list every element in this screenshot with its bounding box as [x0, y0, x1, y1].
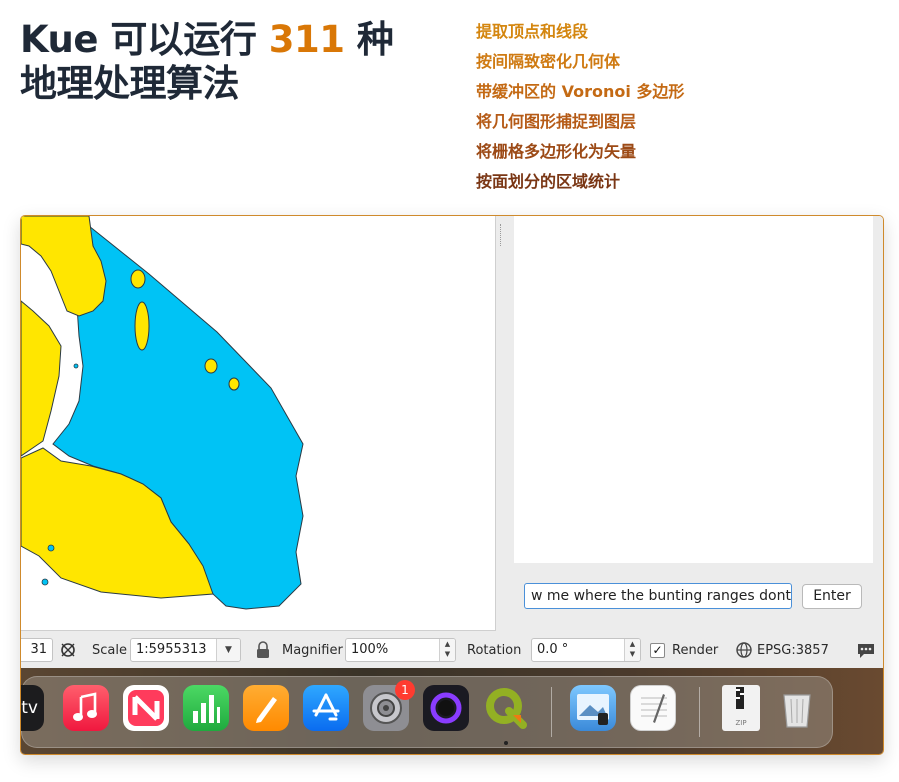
pages-icon[interactable] [243, 685, 289, 731]
feature-item: 将几何图形捕捉到图层 [476, 112, 637, 131]
feature-item: 将栅格多边形化为矢量 [476, 142, 637, 161]
dock-separator [551, 687, 552, 737]
land-region[interactable] [21, 300, 62, 457]
magnifier-label: Magnifier [282, 643, 343, 658]
rotation-value: 0.0 ° [537, 642, 569, 657]
panel-splitter[interactable] [496, 216, 514, 631]
render-label: Render [672, 643, 719, 658]
notification-badge: 1 [395, 680, 415, 700]
qgis-icon[interactable] [483, 685, 529, 731]
land-islet [130, 269, 146, 289]
headline-line-2: 地理处理算法 [20, 62, 240, 105]
feature-list: 提取顶点和线段 按间隔致密化几何体 带缓冲区的 Voronoi 多边形 将几何图… [476, 17, 684, 197]
page: Kue 可以运行 311 种 地理处理算法 提取顶点和线段 按间隔致密化几何体 … [0, 0, 899, 782]
globe-icon[interactable] [735, 641, 753, 659]
headline-prefix: Kue 可以运行 [20, 18, 257, 61]
news-icon[interactable] [123, 685, 169, 731]
rotation-label: Rotation [467, 643, 522, 658]
land-islet [204, 358, 218, 374]
feature-item: 带缓冲区的 Voronoi 多边形 [476, 82, 685, 101]
scale-label: Scale [92, 643, 127, 658]
chat-panel: w me where the bunting ranges dont Enter [514, 216, 883, 631]
feature-item: 按面划分的区域统计 [476, 172, 621, 191]
running-indicator [504, 741, 508, 745]
map-canvas[interactable] [21, 216, 496, 631]
preview-icon[interactable] [570, 685, 616, 731]
stepper-icon[interactable]: ▲ ▼ [624, 639, 640, 661]
chat-input-text: w me where the bunting ranges dont [531, 588, 791, 604]
enter-button[interactable]: Enter [802, 584, 862, 609]
dock: tv 1 ZIP [21, 676, 833, 748]
textedit-icon[interactable] [630, 685, 676, 731]
rotation-spinbox[interactable]: 0.0 ° ▲ ▼ [531, 638, 641, 662]
magnifier-spinbox[interactable]: 100% ▲ ▼ [345, 638, 456, 662]
land-islet [134, 301, 150, 351]
headline: Kue 可以运行 311 种 地理处理算法 [20, 18, 440, 106]
tv-label: tv [21, 698, 38, 718]
scale-value: 1:5955313 [136, 642, 207, 657]
lock-icon[interactable] [255, 641, 271, 659]
messages-icon[interactable] [856, 641, 876, 659]
algorithm-count: 311 [268, 18, 345, 61]
map-speck [73, 363, 79, 369]
status-bar: 31 Scale 1:5955313 ▼ Magnifier 100% ▲ ▼ Rot… [21, 631, 883, 671]
extents-toggle-icon[interactable] [58, 640, 78, 660]
map-speck [41, 578, 49, 586]
coordinate-value: 31 [30, 642, 47, 657]
land-islet [228, 377, 240, 391]
qgis-window: w me where the bunting ranges dont Enter… [20, 215, 884, 755]
zip-file-icon[interactable]: ZIP [722, 685, 760, 731]
magnifier-value: 100% [351, 642, 389, 657]
stepper-icon[interactable]: ▲ ▼ [439, 639, 455, 661]
music-icon[interactable] [63, 685, 109, 731]
tv-icon[interactable]: tv [21, 685, 44, 731]
headline-suffix: 种 [356, 18, 394, 61]
feature-item: 按间隔致密化几何体 [476, 52, 621, 71]
scale-combobox[interactable]: 1:5955313 ▼ [130, 638, 241, 662]
feature-item: 提取顶点和线段 [476, 22, 589, 41]
zip-label: ZIP [735, 719, 747, 727]
map-speck [47, 544, 55, 552]
chat-output-area [514, 216, 873, 563]
chevron-down-icon[interactable]: ▼ [216, 639, 240, 661]
map-svg [21, 216, 304, 610]
headline-line-1: Kue 可以运行 311 种 [20, 18, 440, 62]
numbers-icon[interactable] [183, 685, 229, 731]
coordinate-field[interactable]: 31 [21, 638, 53, 662]
crs-value[interactable]: EPSG:3857 [757, 643, 829, 658]
chat-input[interactable]: w me where the bunting ranges dont [524, 583, 792, 609]
dock-separator [699, 687, 700, 737]
screen-recorder-icon[interactable] [423, 685, 469, 731]
app-store-icon[interactable] [303, 685, 349, 731]
render-checkbox[interactable]: ✓ [650, 643, 665, 658]
splitter-grip[interactable] [500, 224, 502, 246]
trash-icon[interactable] [774, 685, 820, 731]
